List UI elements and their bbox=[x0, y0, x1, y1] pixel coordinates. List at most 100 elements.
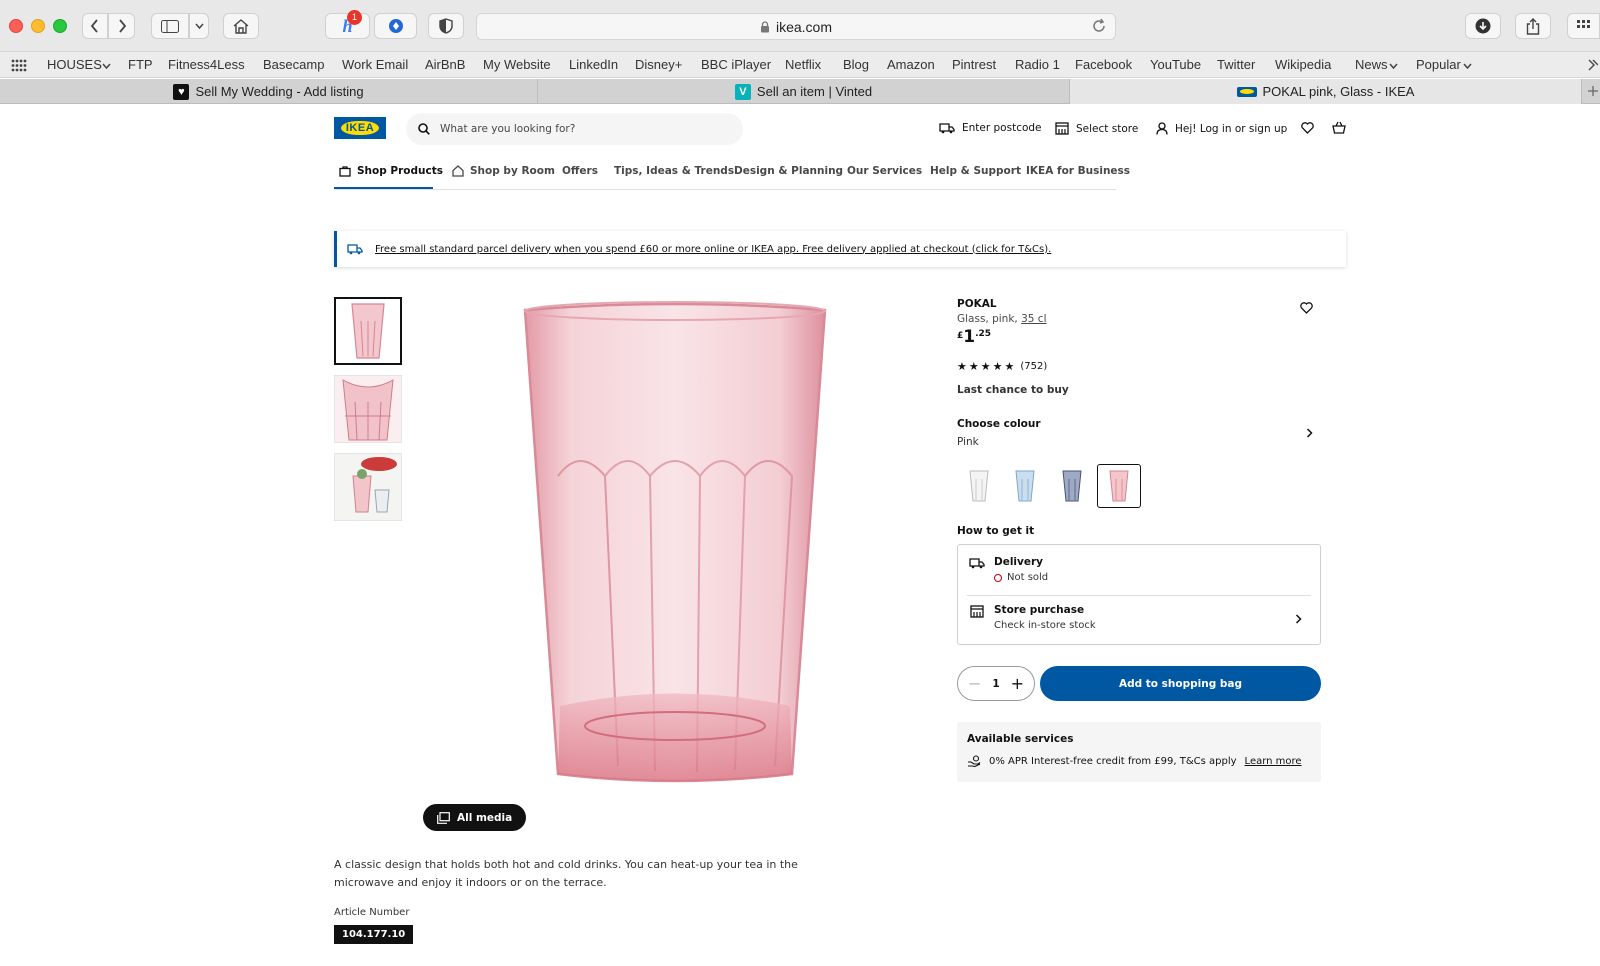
bookmark-basecamp[interactable]: Basecamp bbox=[263, 57, 324, 72]
bookmark-youtube[interactable]: YouTube bbox=[1150, 57, 1201, 72]
nav-help-support[interactable]: Help & Support bbox=[930, 165, 1021, 177]
downloads-button[interactable] bbox=[1465, 13, 1501, 39]
tab-sell-my-wedding[interactable]: ♥ Sell My Wedding - Add listing bbox=[0, 79, 538, 104]
extension-badge: 1 bbox=[347, 10, 362, 25]
nav-our-services[interactable]: Our Services bbox=[847, 165, 922, 177]
bookmark-facebook[interactable]: Facebook bbox=[1075, 57, 1132, 72]
delivery-banner[interactable]: Free small standard parcel delivery when… bbox=[334, 231, 1346, 267]
nav-label: Help & Support bbox=[930, 165, 1021, 177]
login-link[interactable]: Hej! Log in or sign up bbox=[1156, 122, 1287, 135]
bookmark-netflix[interactable]: Netflix bbox=[785, 57, 821, 72]
availability-note: Last chance to buy bbox=[957, 384, 1069, 396]
nav-tips-ideas-trends[interactable]: Tips, Ideas & Trends bbox=[614, 165, 734, 177]
bookmark-bbc-iplayer[interactable]: BBC iPlayer bbox=[701, 57, 771, 72]
choose-colour-label[interactable]: Choose colour bbox=[957, 418, 1041, 430]
nav-shop-by-room[interactable]: Shop by Room bbox=[452, 165, 555, 177]
close-window-button[interactable] bbox=[9, 19, 23, 33]
store-purchase-row[interactable]: Store purchase Check in-store stock bbox=[958, 596, 1320, 644]
vinted-favicon-icon: V bbox=[734, 83, 751, 100]
nav-label: Our Services bbox=[847, 165, 923, 177]
credit-offer-text: 0% APR Interest-free credit from £99, T&… bbox=[989, 755, 1237, 767]
tab-overview-button[interactable] bbox=[1567, 13, 1600, 39]
share-icon bbox=[1526, 17, 1540, 35]
search-placeholder: What are you looking for? bbox=[440, 123, 576, 135]
colour-swatch-light-blue[interactable] bbox=[1003, 464, 1047, 508]
bookmark-pintrest[interactable]: Pintrest bbox=[952, 57, 996, 72]
add-to-bag-button[interactable]: Add to shopping bag bbox=[1040, 666, 1321, 701]
store-icon bbox=[970, 605, 984, 618]
bookmark-houses[interactable]: HOUSES bbox=[47, 57, 102, 72]
bookmark-linkedin[interactable]: LinkedIn bbox=[569, 57, 618, 72]
search-input[interactable]: What are you looking for? bbox=[406, 113, 743, 145]
nav-label: Shop Products bbox=[357, 165, 443, 177]
decrease-quantity-button[interactable]: − bbox=[968, 674, 981, 693]
gallery-icon bbox=[437, 811, 450, 824]
bookmark-my-website[interactable]: My Website bbox=[483, 57, 551, 72]
bookmark-disney[interactable]: Disney+ bbox=[635, 57, 682, 72]
ikea-logo[interactable]: IKEA bbox=[334, 117, 386, 139]
sidebar-menu-button[interactable] bbox=[189, 13, 209, 39]
home-button[interactable] bbox=[223, 13, 259, 39]
tab-vinted[interactable]: V Sell an item | Vinted bbox=[538, 79, 1070, 104]
select-store-link[interactable]: Select store bbox=[1055, 122, 1138, 135]
product-size-link[interactable]: 35 cl bbox=[1021, 313, 1046, 325]
apps-grid-icon[interactable] bbox=[11, 59, 27, 72]
bookmark-blog[interactable]: Blog bbox=[843, 57, 869, 72]
how-to-get-it-heading: How to get it bbox=[957, 525, 1035, 537]
nav-shop-products[interactable]: Shop Products bbox=[339, 165, 443, 177]
minimize-window-button[interactable] bbox=[31, 19, 45, 33]
thumbnail-3[interactable] bbox=[334, 453, 402, 521]
address-bar[interactable]: ikea.com bbox=[476, 13, 1116, 40]
bookmark-airbnb[interactable]: AirBnB bbox=[425, 57, 465, 72]
bookmark-fitness4less[interactable]: Fitness4Less bbox=[168, 57, 245, 72]
tab-title: POKAL pink, Glass - IKEA bbox=[1262, 84, 1415, 99]
bookmark-work-email[interactable]: Work Email bbox=[342, 57, 408, 72]
bookmark-radio-1[interactable]: Radio 1 bbox=[1015, 57, 1060, 72]
bookmark-news[interactable]: News bbox=[1355, 57, 1388, 72]
quantity-stepper[interactable]: − 1 + bbox=[957, 666, 1035, 701]
nav-offers[interactable]: Offers bbox=[562, 165, 598, 177]
privacy-extension-button[interactable] bbox=[428, 13, 464, 39]
add-to-wishlist-icon[interactable] bbox=[1300, 302, 1313, 314]
bookmark-twitter[interactable]: Twitter bbox=[1217, 57, 1255, 72]
back-button[interactable] bbox=[82, 13, 108, 39]
rating-stars[interactable]: ★ ★ ★ ★ ★ (752) bbox=[957, 360, 1047, 373]
nav-ikea-for-business[interactable]: IKEA for Business bbox=[1026, 165, 1130, 177]
tab-title: Sell an item | Vinted bbox=[756, 84, 873, 99]
product-image[interactable] bbox=[500, 296, 850, 796]
nav-design-planning[interactable]: Design & Planning bbox=[734, 165, 843, 177]
chevron-right-icon[interactable] bbox=[1306, 428, 1313, 438]
new-tab-icon[interactable] bbox=[1588, 86, 1598, 96]
bookmark-ftp[interactable]: FTP bbox=[128, 57, 153, 72]
reload-icon[interactable] bbox=[1091, 18, 1107, 34]
increase-quantity-button[interactable]: + bbox=[1011, 674, 1024, 693]
colour-swatch-clear[interactable] bbox=[957, 464, 1001, 508]
forward-button[interactable] bbox=[108, 13, 135, 39]
maximize-window-button[interactable] bbox=[53, 19, 67, 33]
thumbnail-1[interactable] bbox=[334, 297, 402, 365]
bag-icon bbox=[339, 166, 351, 177]
password-extension-button[interactable] bbox=[374, 13, 417, 39]
enter-postcode-link[interactable]: Enter postcode bbox=[939, 122, 1042, 134]
home-icon bbox=[233, 18, 249, 34]
sidebar-toggle-button[interactable] bbox=[151, 13, 189, 39]
price-integer: 1 bbox=[963, 327, 976, 347]
wishlist-icon[interactable] bbox=[1301, 122, 1314, 134]
colour-swatch-pink[interactable] bbox=[1097, 464, 1141, 508]
bookmark-popular[interactable]: Popular bbox=[1416, 57, 1461, 72]
bookmark-wikipedia[interactable]: Wikipedia bbox=[1275, 57, 1331, 72]
shopping-bag-icon[interactable] bbox=[1332, 121, 1346, 134]
tab-ikea-pokal[interactable]: POKAL pink, Glass - IKEA bbox=[1070, 79, 1582, 104]
colour-swatch-dark-blue[interactable] bbox=[1050, 464, 1094, 508]
all-media-button[interactable]: All media bbox=[423, 804, 527, 831]
bookmarks-bar: HOUSES FTP Fitness4Less Basecamp Work Em… bbox=[0, 52, 1600, 78]
store-icon bbox=[1055, 122, 1069, 135]
thumbnail-2[interactable] bbox=[334, 375, 402, 443]
chevron-down-icon bbox=[1463, 63, 1472, 69]
learn-more-link[interactable]: Learn more bbox=[1245, 756, 1302, 767]
store-label: Select store bbox=[1076, 122, 1139, 135]
bookmark-amazon[interactable]: Amazon bbox=[887, 57, 935, 72]
honey-extension-button[interactable]: h 1 bbox=[325, 10, 370, 39]
more-bookmarks-icon[interactable] bbox=[1588, 59, 1598, 71]
share-button[interactable] bbox=[1515, 13, 1551, 39]
